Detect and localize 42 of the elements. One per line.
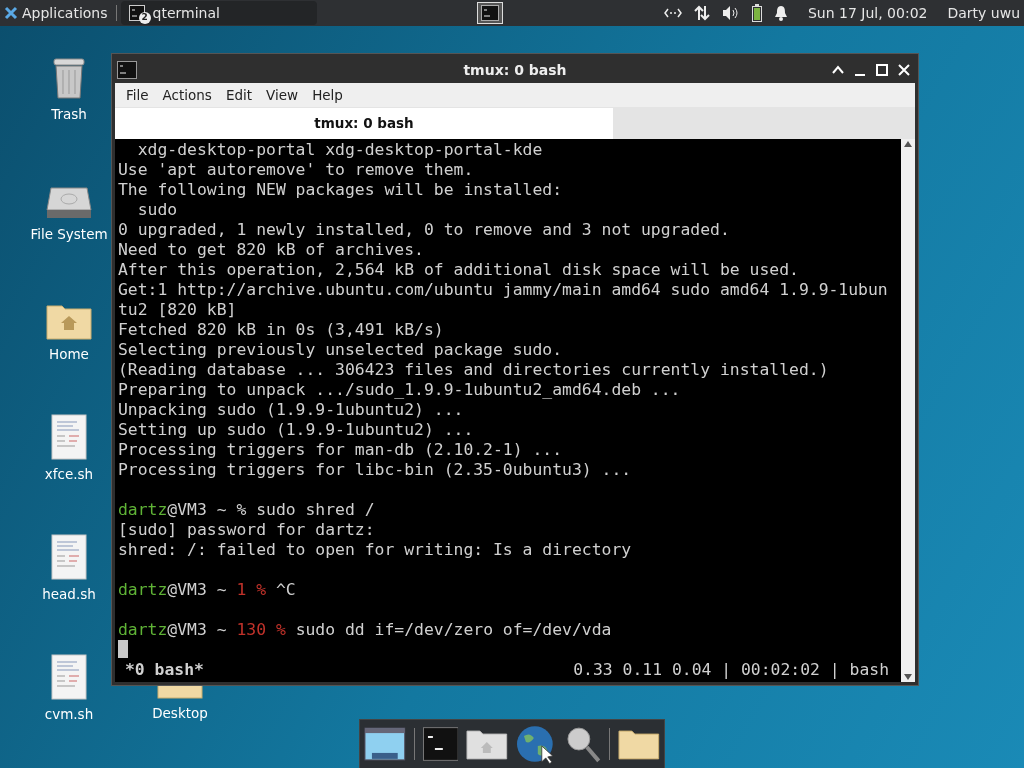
terminal-line: Get:1 http://archive.ubuntu.com/ubuntu jammy/main amd64 sudo amd64 1.9.9-1ubun [118,280,888,300]
terminal-line: Setting up sudo (1.9.9-1ubuntu2) ... [118,420,474,440]
window-title: tmux: 0 bash [463,60,567,80]
tmux-window-label: *0 bash* [124,660,204,680]
terminal-line: (Reading database ... 306423 files and directories currently installed.) [118,360,829,380]
terminal-line: [sudo] password for dartz: [118,520,375,540]
terminal-line: Use 'apt autoremove' to remove them. [118,160,474,180]
clock[interactable]: Sun 17 Jul, 00:02 [807,2,928,24]
terminal-tab[interactable]: tmux: 0 bash [115,108,613,139]
terminal-line: Processing triggers for libc-bin (2.35-0ubuntu3) ... [118,460,632,480]
terminal-line: Fetched 820 kB in 0s (3,491 kB/s) [118,320,444,340]
desktop-icon-label[interactable]: Desktop [152,703,208,724]
menu-item[interactable]: View [259,84,306,106]
terminal-line: Unpacking sudo (1.9.9-1ubuntu2) ... [118,400,464,420]
taskbar-button[interactable]: 2 qterminal [120,1,317,25]
terminal-line: sudo [136,200,178,220]
terminal-line: shred: /: failed to open for writing: Is a directory [118,540,632,560]
menu-item[interactable]: Edit [218,84,260,106]
desktop-icon-label[interactable]: head.sh [42,584,96,605]
user-name[interactable]: Darty uwu [947,2,1020,24]
desktop-icon-label[interactable]: cvm.sh [44,704,94,725]
applications-menu[interactable]: Applications [0,0,112,26]
menu-item[interactable]: Help [305,84,350,106]
terminal-line: tu2 [820 kB] [118,300,237,320]
desktop-icon-label[interactable]: Trash [51,104,87,125]
terminal-line: Preparing to unpack .../sudo_1.9.9-1ubuntu2_amd64.deb ... [118,380,681,400]
terminal-line: dartz@VM3 ~ % sudo shred / [118,500,375,520]
menu-item[interactable]: File [119,84,156,106]
terminal-line: dartz@VM3 ~ 1 % ^C [118,580,296,600]
desktop-icon-label[interactable]: Home [49,344,89,365]
terminal-line: 0 upgraded, 1 newly installed, 0 to remove and 3 not upgraded. [118,220,730,240]
terminal-line: The following NEW packages will be installed: [118,180,563,200]
desktop-icon-label[interactable]: File System [30,224,108,245]
menu-item[interactable]: Actions [155,84,219,106]
terminal-line: Processing triggers for man-db (2.10.2-1) ... [118,440,563,460]
terminal-line: xdg-desktop-portal xdg-desktop-portal-kde [136,140,543,160]
terminal-line: dartz@VM3 ~ 130 % sudo dd if=/dev/zero of=/dev/vda [118,620,612,640]
terminal-line: Need to get 820 kB of archives. [118,240,424,260]
terminal-line: After this operation, 2,564 kB of additional disk space will be used. [118,260,799,280]
desktop-icon-label[interactable]: xfce.sh [44,464,94,485]
tmux-status-info: 0.33 0.11 0.04 | 00:02:02 | bash [573,660,890,680]
terminal-line: Selecting previously unselected package sudo. [118,340,563,360]
